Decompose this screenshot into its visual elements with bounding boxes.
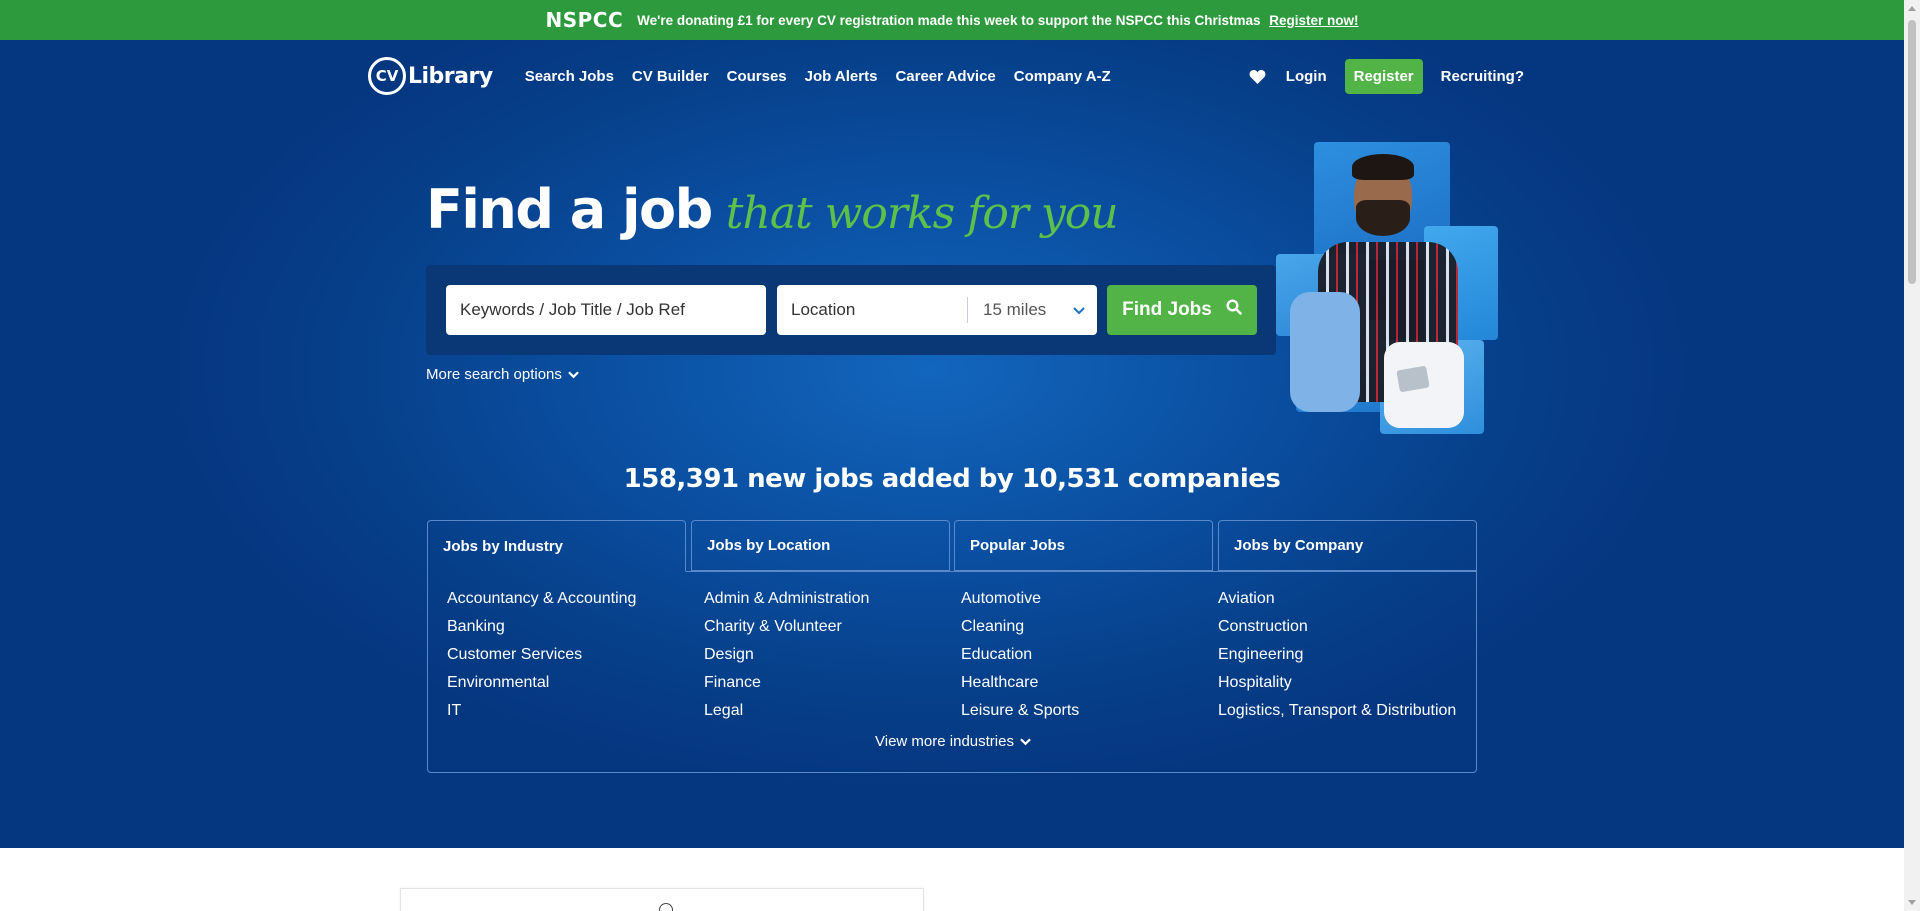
industry-link[interactable]: Design bbox=[704, 645, 869, 665]
tab-label: Jobs by Company bbox=[1234, 537, 1364, 554]
tab-label: Popular Jobs bbox=[970, 537, 1066, 554]
industry-link[interactable]: Customer Services bbox=[447, 645, 636, 665]
content-card bbox=[400, 888, 924, 911]
nav-career-advice[interactable]: Career Advice bbox=[895, 68, 995, 85]
hero-section: CV Library Search Jobs CV Builder Course… bbox=[0, 40, 1904, 848]
person-hair bbox=[1352, 154, 1414, 180]
nspcc-logo: NSPCC bbox=[545, 8, 624, 32]
nav-links: Search Jobs CV Builder Courses Job Alert… bbox=[525, 68, 1111, 85]
industry-column: Accountancy & Accounting Banking Custome… bbox=[447, 589, 636, 721]
industry-link[interactable]: Banking bbox=[447, 617, 636, 637]
nav-cv-builder[interactable]: CV Builder bbox=[632, 68, 709, 85]
cv-library-logo[interactable]: CV Library bbox=[368, 57, 493, 95]
nav-job-alerts[interactable]: Job Alerts bbox=[805, 68, 878, 85]
hero-photo-collage bbox=[1276, 142, 1498, 434]
jobs-stats-heading: 158,391 new jobs added by 10,531 compani… bbox=[623, 464, 1281, 494]
nav-company-a-z[interactable]: Company A-Z bbox=[1014, 68, 1111, 85]
industry-link[interactable]: Leisure & Sports bbox=[961, 701, 1079, 721]
industry-link[interactable]: IT bbox=[447, 701, 636, 721]
scroll-down-arrow[interactable] bbox=[1908, 900, 1916, 905]
industry-link[interactable]: Education bbox=[961, 645, 1079, 665]
search-icon bbox=[1226, 299, 1242, 321]
chevron-down-icon bbox=[1073, 300, 1085, 320]
industry-link[interactable]: Construction bbox=[1218, 617, 1456, 637]
view-more-label: View more industries bbox=[875, 733, 1014, 750]
logo-mark: CV bbox=[368, 57, 406, 95]
find-jobs-button[interactable]: Find Jobs bbox=[1107, 285, 1257, 335]
industry-link[interactable]: Cleaning bbox=[961, 617, 1079, 637]
tab-popular-jobs[interactable]: Popular Jobs bbox=[954, 520, 1213, 571]
industry-link[interactable]: Aviation bbox=[1218, 589, 1456, 609]
industry-column: Admin & Administration Charity & Volunte… bbox=[704, 589, 869, 721]
promo-banner: NSPCC We're donating £1 for every CV reg… bbox=[0, 0, 1904, 40]
industry-column: Automotive Cleaning Education Healthcare… bbox=[961, 589, 1079, 721]
tab-jobs-by-industry[interactable]: Jobs by Industry bbox=[427, 520, 686, 572]
headline-main: Find a job bbox=[426, 178, 713, 241]
radius-value: 15 miles bbox=[983, 300, 1047, 319]
job-browse-tabs: Accountancy & Accounting Banking Custome… bbox=[427, 520, 1477, 773]
logo-word: Library bbox=[408, 63, 493, 89]
person-beard bbox=[1356, 200, 1410, 236]
industry-link[interactable]: Environmental bbox=[447, 673, 636, 693]
nav-account: Login Register Recruiting? bbox=[1248, 58, 1524, 94]
nav-search-jobs[interactable]: Search Jobs bbox=[525, 68, 614, 85]
view-more-industries[interactable]: View more industries bbox=[428, 733, 1478, 750]
industry-link[interactable]: Hospitality bbox=[1218, 673, 1456, 693]
person-arm bbox=[1290, 292, 1360, 412]
keywords-input[interactable] bbox=[446, 285, 766, 335]
industry-link[interactable]: Healthcare bbox=[961, 673, 1079, 693]
find-jobs-label: Find Jobs bbox=[1122, 299, 1212, 320]
banner-message: We're donating £1 for every CV registrat… bbox=[637, 13, 1358, 28]
tab-list: Jobs by Industry Jobs by Location Popula… bbox=[427, 520, 1477, 572]
register-button[interactable]: Register bbox=[1344, 58, 1423, 94]
tab-label: Jobs by Location bbox=[707, 537, 831, 554]
scroll-up-arrow[interactable] bbox=[1908, 6, 1916, 11]
industry-link[interactable]: Engineering bbox=[1218, 645, 1456, 665]
nav-courses[interactable]: Courses bbox=[727, 68, 787, 85]
radius-select[interactable]: 15 miles bbox=[968, 285, 1097, 335]
industry-link[interactable]: Logistics, Transport & Distribution bbox=[1218, 701, 1456, 721]
chevron-down-icon bbox=[568, 366, 579, 383]
main-nav: CV Library Search Jobs CV Builder Course… bbox=[368, 48, 1524, 104]
location-input[interactable] bbox=[777, 285, 967, 335]
location-group: 15 miles bbox=[777, 285, 1097, 335]
panel-divider bbox=[686, 571, 1477, 572]
banner-register-link[interactable]: Register now! bbox=[1269, 13, 1358, 28]
tab-label: Jobs by Industry bbox=[443, 537, 564, 555]
tab-panel-industry: Accountancy & Accounting Banking Custome… bbox=[427, 571, 1477, 773]
tab-jobs-by-company[interactable]: Jobs by Company bbox=[1218, 520, 1477, 571]
industry-link[interactable]: Accountancy & Accounting bbox=[447, 589, 636, 609]
heart-icon[interactable] bbox=[1248, 66, 1268, 86]
industry-link[interactable]: Admin & Administration bbox=[704, 589, 869, 609]
chevron-down-icon bbox=[1020, 733, 1031, 750]
recruiting-link[interactable]: Recruiting? bbox=[1441, 68, 1524, 85]
bell-icon bbox=[659, 903, 673, 911]
more-search-options[interactable]: More search options bbox=[426, 366, 579, 383]
tab-jobs-by-location[interactable]: Jobs by Location bbox=[691, 520, 950, 571]
headline-accent: that works for you bbox=[725, 188, 1119, 239]
industry-link[interactable]: Legal bbox=[704, 701, 869, 721]
login-link[interactable]: Login bbox=[1286, 68, 1327, 85]
page-scrollbar[interactable] bbox=[1904, 0, 1920, 911]
industry-link[interactable]: Automotive bbox=[961, 589, 1079, 609]
industry-link[interactable]: Finance bbox=[704, 673, 869, 693]
more-search-options-label: More search options bbox=[426, 366, 562, 383]
banner-text: We're donating £1 for every CV registrat… bbox=[637, 12, 1261, 28]
hero-headline: Find a job that works for you bbox=[426, 178, 1119, 241]
industry-link[interactable]: Charity & Volunteer bbox=[704, 617, 869, 637]
industry-column: Aviation Construction Engineering Hospit… bbox=[1218, 589, 1456, 721]
job-search-form: 15 miles Find Jobs bbox=[426, 265, 1276, 355]
scroll-thumb[interactable] bbox=[1908, 20, 1916, 284]
